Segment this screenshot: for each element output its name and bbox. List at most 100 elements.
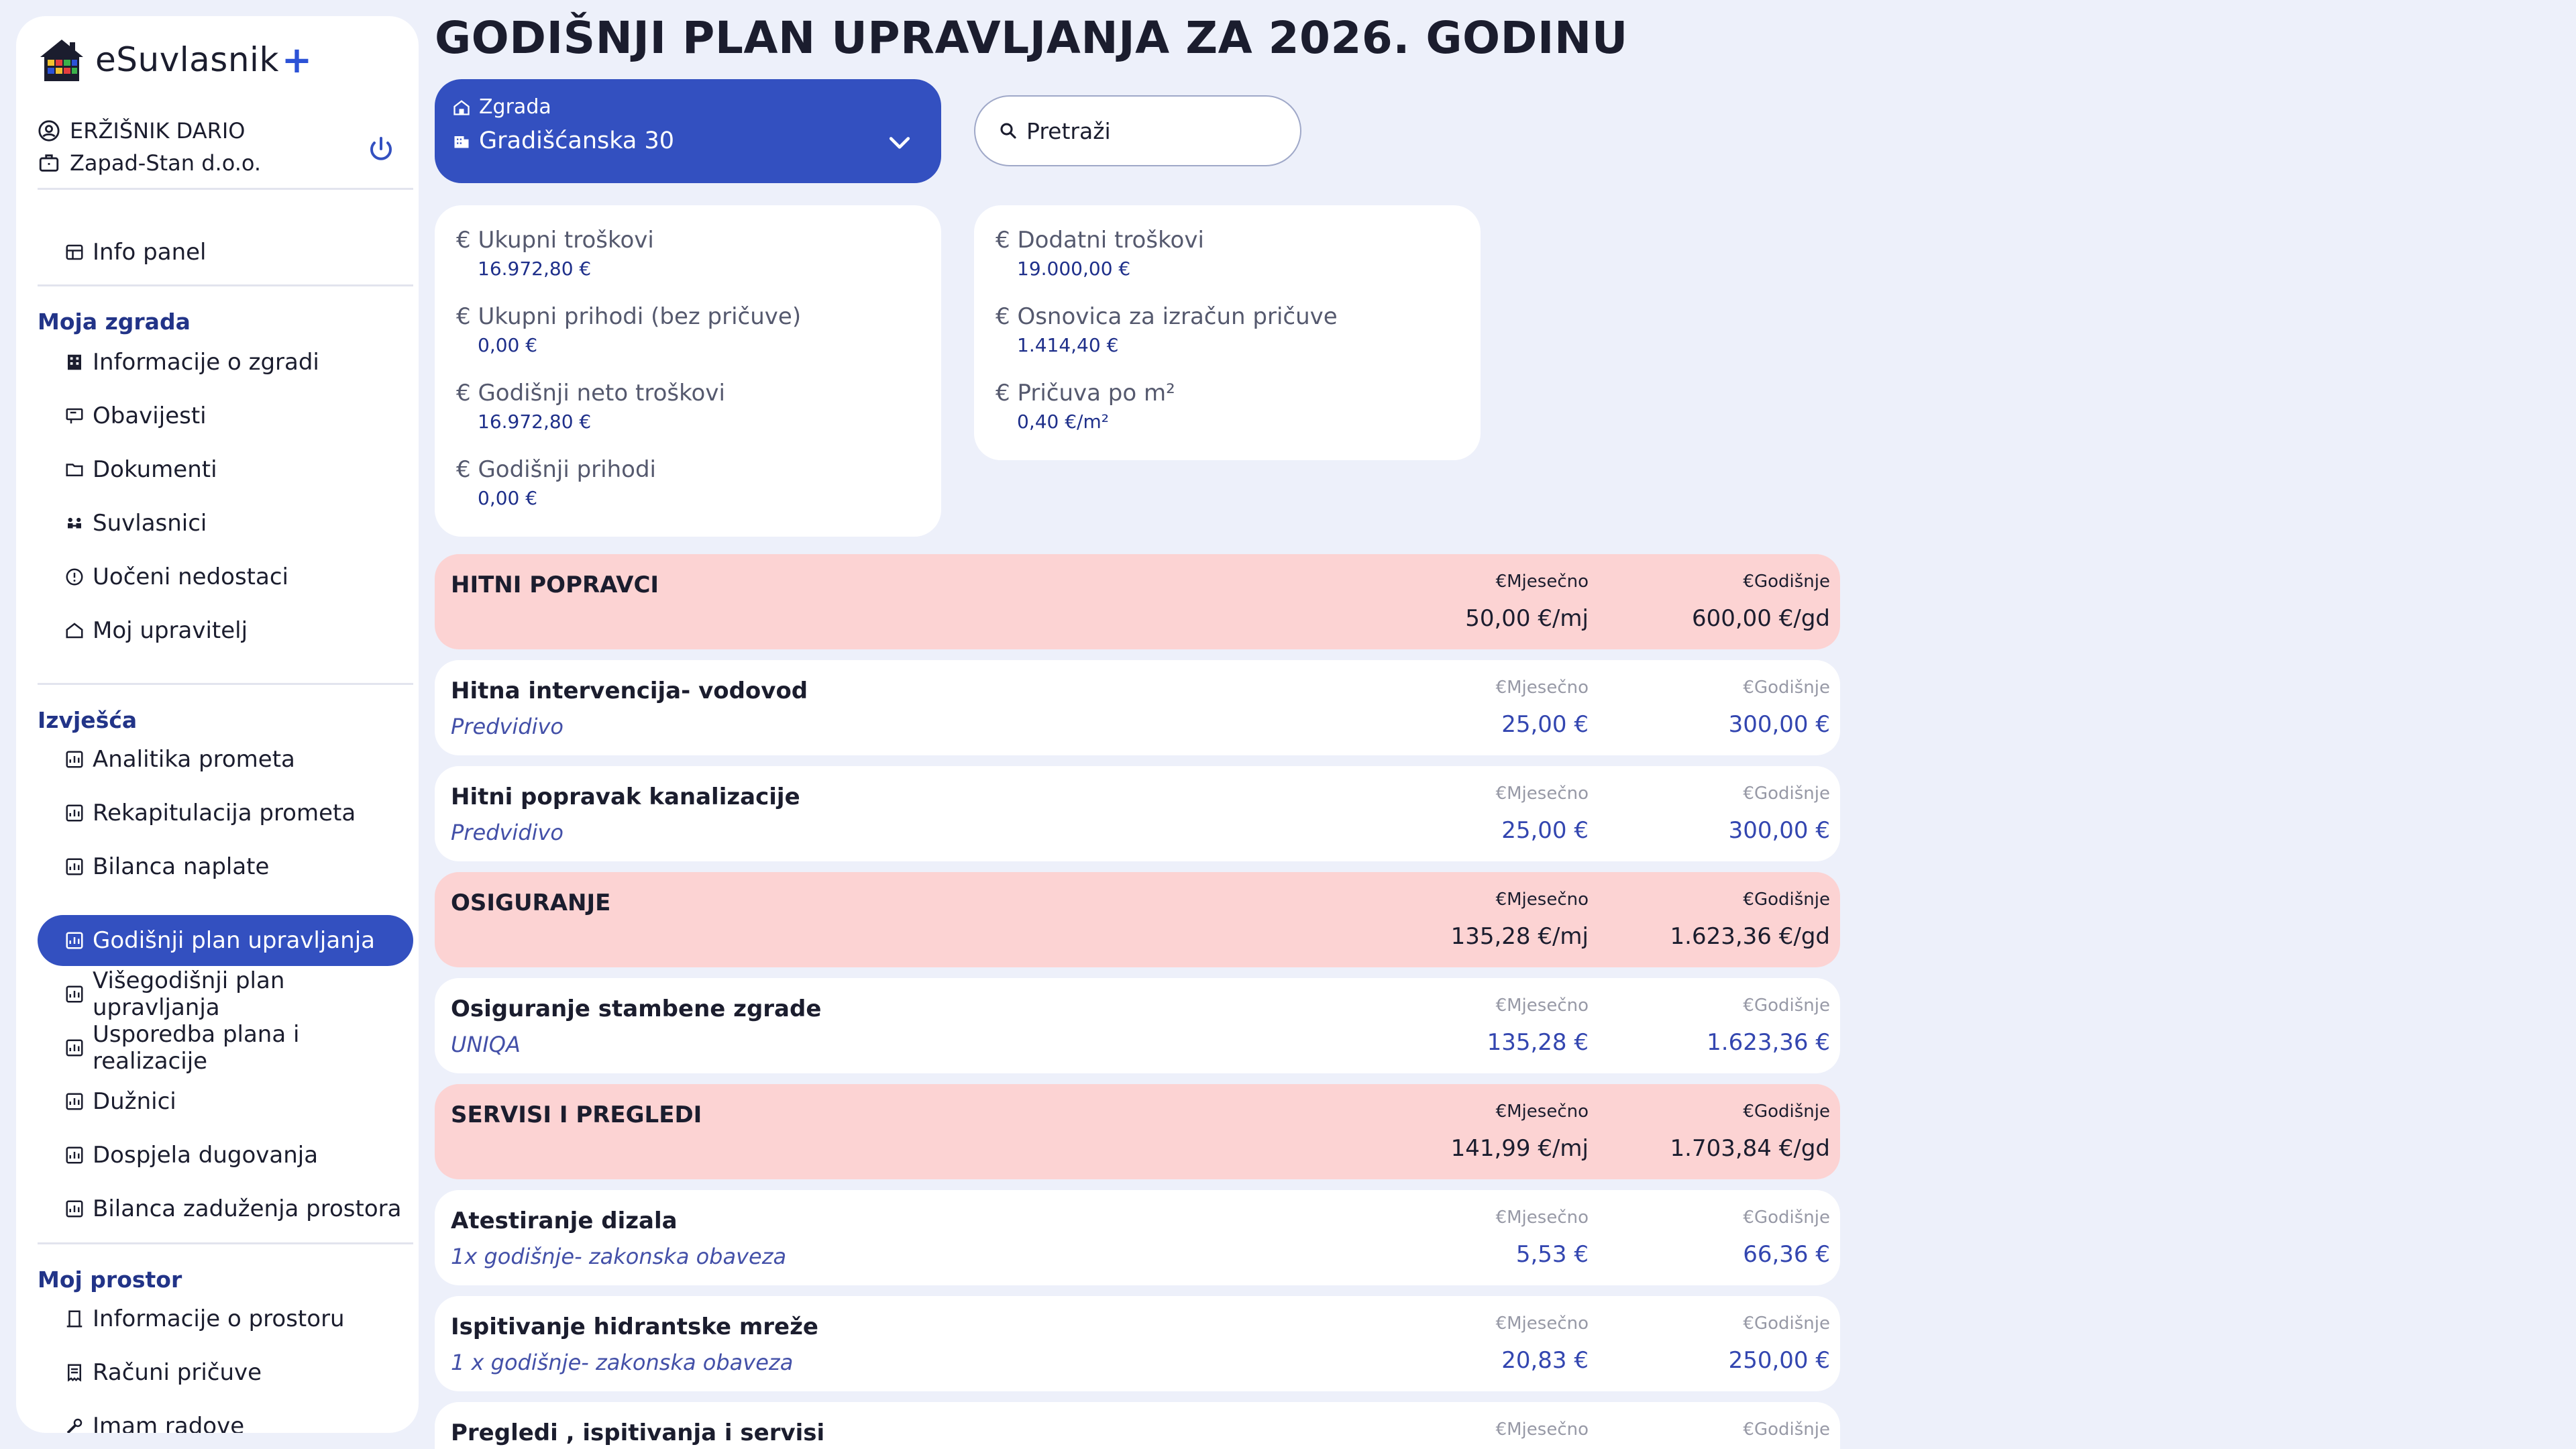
nav-usporedba-plana-i-realizacije[interactable]: Usporedba plana i realizacije — [38, 1021, 413, 1075]
building-icon — [453, 99, 470, 115]
plan-item-row[interactable]: Ispitivanje hidrantske mreže 1 x godišnj… — [435, 1296, 1840, 1391]
euro-icon: € — [456, 456, 471, 483]
report-icon — [66, 985, 83, 1003]
nav-informacije-o-prostoru[interactable]: Informacije o prostoru — [38, 1293, 413, 1344]
nav-racuni-pricuve[interactable]: Računi pričuve — [38, 1347, 413, 1398]
plan-item-row[interactable]: Hitna intervencija- vodovod Predvidivo €… — [435, 660, 1840, 755]
monthly-header-text: Mjesečno — [1507, 890, 1589, 910]
summary-card-left: € Ukupni troškovi 16.972,80 € € Ukupni p… — [435, 205, 941, 537]
stat-value: 0,00 € — [478, 487, 538, 509]
search-input[interactable]: Pretraži — [974, 95, 1301, 166]
monthly-header-text: Mjesečno — [1507, 1208, 1589, 1228]
logout-power-icon[interactable] — [365, 134, 397, 166]
yearly-header-text: Godišnje — [1754, 890, 1830, 910]
plan-category-row[interactable]: HITNI POPRAVCI €Mjesečno 50,00 €/mj €God… — [435, 554, 1840, 649]
section-title-izvjesca: Izvješća — [38, 707, 138, 733]
brand[interactable]: eSuvlasnik + — [38, 35, 312, 85]
nav-label: Imam radove — [93, 1413, 245, 1433]
nav-suvlasnici[interactable]: Suvlasnici — [38, 498, 413, 549]
yearly-header-text: Godišnje — [1754, 678, 1830, 698]
building-select-label-row: Zgrada — [452, 95, 551, 119]
brand-plus: + — [281, 38, 313, 81]
yearly-header-text: Godišnje — [1754, 1313, 1830, 1334]
building-select[interactable]: Zgrada Gradišćanska 30 — [435, 79, 941, 183]
building-icon — [454, 136, 469, 148]
yearly-header: €Godišnje — [1629, 784, 1830, 804]
stat-ukupni-troskovi: € Ukupni troškovi 16.972,80 € — [456, 227, 654, 280]
nav-bilanca-naplate[interactable]: Bilanca naplate — [38, 841, 413, 892]
divider — [38, 284, 413, 286]
yearly-header-text: Godišnje — [1754, 1419, 1830, 1440]
monthly-value: 25,00 € — [1501, 711, 1589, 738]
summary-card-right: € Dodatni troškovi 19.000,00 € € Osnovic… — [974, 205, 1481, 460]
euro-icon: € — [1743, 678, 1754, 698]
nav-imam-radove[interactable]: Imam radove — [38, 1401, 413, 1433]
row-title: Hitni popravak kanalizacije — [451, 784, 800, 810]
nav-duznici[interactable]: Dužnici — [38, 1076, 413, 1127]
yearly-value: 1.703,84 €/gd — [1670, 1135, 1830, 1162]
search-placeholder: Pretraži — [1026, 117, 1111, 144]
nav-informacije-o-zgradi[interactable]: Informacije o zgradi — [38, 337, 413, 388]
monthly-value: 25,00 € — [1501, 817, 1589, 844]
yearly-header-text: Godišnje — [1754, 1102, 1830, 1122]
plan-item-row[interactable]: Pregledi , ispitivanja i servisi €Mjeseč… — [435, 1402, 1840, 1449]
chevron-down-icon[interactable] — [885, 127, 914, 157]
stat-godisnji-neto-troskovi: € Godišnji neto troškovi 16.972,80 € — [456, 380, 725, 433]
report-icon — [66, 1200, 83, 1218]
nav-label: Usporedba plana i realizacije — [93, 1021, 300, 1075]
page-title: GODIŠNJI PLAN UPRAVLJANJA ZA 2026. GODIN… — [435, 12, 1628, 64]
yearly-value: 1.623,36 €/gd — [1670, 923, 1830, 950]
nav-godisnji-plan-upravljanja[interactable]: Godišnji plan upravljanja — [38, 915, 413, 966]
brand-name: eSuvlasnik — [95, 40, 279, 79]
plan-item-row[interactable]: Hitni popravak kanalizacije Predvidivo €… — [435, 766, 1840, 861]
plan-category-row[interactable]: SERVISI I PREGLEDI €Mjesečno 141,99 €/mj… — [435, 1084, 1840, 1179]
euro-icon: € — [456, 380, 471, 407]
building-select-value: Gradišćanska 30 — [479, 127, 675, 154]
stat-label-text: Osnovica za izračun pričuve — [1017, 303, 1338, 330]
stat-label-text: Pričuva po m² — [1017, 380, 1175, 407]
plan-item-row[interactable]: Osiguranje stambene zgrade UNIQA €Mjeseč… — [435, 978, 1840, 1073]
nav-label: Informacije o zgradi — [93, 349, 319, 376]
yearly-header: €Godišnje — [1629, 678, 1830, 698]
divider — [38, 1242, 413, 1244]
user-icon — [38, 120, 60, 142]
divider — [38, 683, 413, 685]
euro-icon: € — [1495, 890, 1507, 910]
plan-category-row[interactable]: OSIGURANJE €Mjesečno 135,28 €/mj €Godišn… — [435, 872, 1840, 967]
section-title-moj-prostor: Moj prostor — [38, 1267, 182, 1293]
nav-bilanca-zaduzenja-prostora[interactable]: Bilanca zaduženja prostora — [38, 1183, 413, 1234]
stat-value: 0,00 € — [478, 334, 538, 356]
monthly-value: 141,99 €/mj — [1450, 1135, 1589, 1162]
nav-info-panel[interactable]: Info panel — [38, 227, 413, 278]
plan-item-row[interactable]: Atestiranje dizala 1x godišnje- zakonska… — [435, 1190, 1840, 1285]
nav-moj-upravitelj[interactable]: Moj upravitelj — [38, 605, 413, 656]
euro-icon: € — [1495, 996, 1507, 1016]
home-icon — [66, 623, 83, 639]
euro-icon: € — [996, 227, 1010, 254]
nav-label: Godišnji plan upravljanja — [93, 927, 375, 954]
row-subtitle: Predvidivo — [451, 714, 564, 739]
nav-label: Dospjela dugovanja — [93, 1142, 319, 1169]
stat-pricuva-po-m2: € Pričuva po m² 0,40 €/m² — [996, 380, 1175, 433]
monthly-header: €Mjesečno — [1387, 572, 1589, 592]
nav-rekapitulacija-prometa[interactable]: Rekapitulacija prometa — [38, 788, 413, 839]
door-icon — [66, 1310, 83, 1328]
nav-dospjela-dugovanja[interactable]: Dospjela dugovanja — [38, 1130, 413, 1181]
monthly-header: €Mjesečno — [1387, 1313, 1589, 1334]
euro-icon: € — [996, 380, 1010, 407]
nav-dokumenti[interactable]: Dokumenti — [38, 444, 413, 495]
row-title: OSIGURANJE — [451, 890, 611, 916]
nav-analitika-prometa[interactable]: Analitika prometa — [38, 734, 413, 785]
stat-godisnji-prihodi: € Godišnji prihodi 0,00 € — [456, 456, 656, 509]
nav-uoceni-nedostaci[interactable]: Uočeni nedostaci — [38, 551, 413, 602]
stat-label-text: Dodatni troškovi — [1017, 227, 1204, 254]
euro-icon: € — [1495, 572, 1507, 592]
euro-icon: € — [1495, 1102, 1507, 1122]
report-icon — [66, 1093, 83, 1110]
divider — [38, 188, 413, 190]
nav-visegodisnji-plan-upravljanja[interactable]: Višegodišnji plan upravljanja — [38, 967, 413, 1021]
stat-value: 19.000,00 € — [1017, 258, 1131, 280]
yearly-header: €Godišnje — [1629, 572, 1830, 592]
alert-circle-icon — [66, 568, 83, 586]
nav-obavijesti[interactable]: Obavijesti — [38, 390, 413, 441]
